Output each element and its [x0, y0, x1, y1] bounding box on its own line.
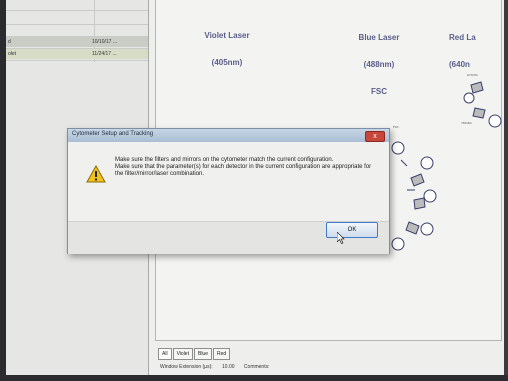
- row-date: 10/10/17 ...: [92, 39, 118, 45]
- svg-text:780/60: 780/60: [461, 121, 472, 125]
- row-name: d: [8, 39, 11, 45]
- footer-bar: Window Extension (µs): 10.00 Comments:: [160, 364, 277, 370]
- row-name: olet: [8, 51, 17, 57]
- table-row[interactable]: d 10/10/17 ...: [6, 37, 148, 47]
- photo-edge-right: [504, 0, 508, 381]
- dialog-message: Make sure the filters and mirrors on the…: [115, 157, 375, 178]
- tab-blue[interactable]: Blue: [193, 348, 212, 360]
- screen: d 10/10/17 ... olet 11/24/17 ... Violet …: [0, 0, 508, 381]
- photo-edge-bottom: [0, 375, 508, 381]
- tab-violet[interactable]: Violet: [172, 348, 193, 360]
- svg-text:670/30: 670/30: [467, 73, 478, 77]
- warning-icon: [86, 165, 106, 183]
- grid-line: [6, 24, 148, 25]
- grid-line: [6, 10, 148, 11]
- comments-label: Comments:: [243, 364, 270, 370]
- mouse-cursor-icon: [337, 232, 345, 244]
- window-extension-value[interactable]: 10.00: [222, 364, 235, 370]
- laser-tabs: All Violet Blue Red: [158, 348, 231, 360]
- dialog-titlebar[interactable]: Cytometer Setup and Tracking x: [68, 129, 389, 142]
- message-parameters: Make sure that the parameter(s) for each…: [115, 164, 372, 177]
- blue-detector-octagon: [391, 141, 437, 251]
- grid-line: [6, 60, 148, 61]
- close-icon: x: [373, 133, 377, 140]
- close-button[interactable]: x: [365, 131, 385, 142]
- row-date: 11/24/17 ...: [92, 51, 117, 57]
- photo-edge-left: [0, 0, 6, 381]
- tab-all[interactable]: All: [158, 348, 172, 360]
- window-extension-label: Window Extension (µs):: [160, 364, 213, 370]
- tab-red[interactable]: Red: [213, 348, 231, 360]
- ok-button[interactable]: OK: [326, 222, 378, 238]
- table-row[interactable]: olet 11/24/17 ...: [6, 49, 148, 59]
- dialog-title: Cytometer Setup and Tracking: [72, 131, 154, 137]
- svg-text:FSC: FSC: [393, 125, 399, 129]
- message-filters-mirrors: Make sure the filters and mirrors on the…: [115, 157, 334, 163]
